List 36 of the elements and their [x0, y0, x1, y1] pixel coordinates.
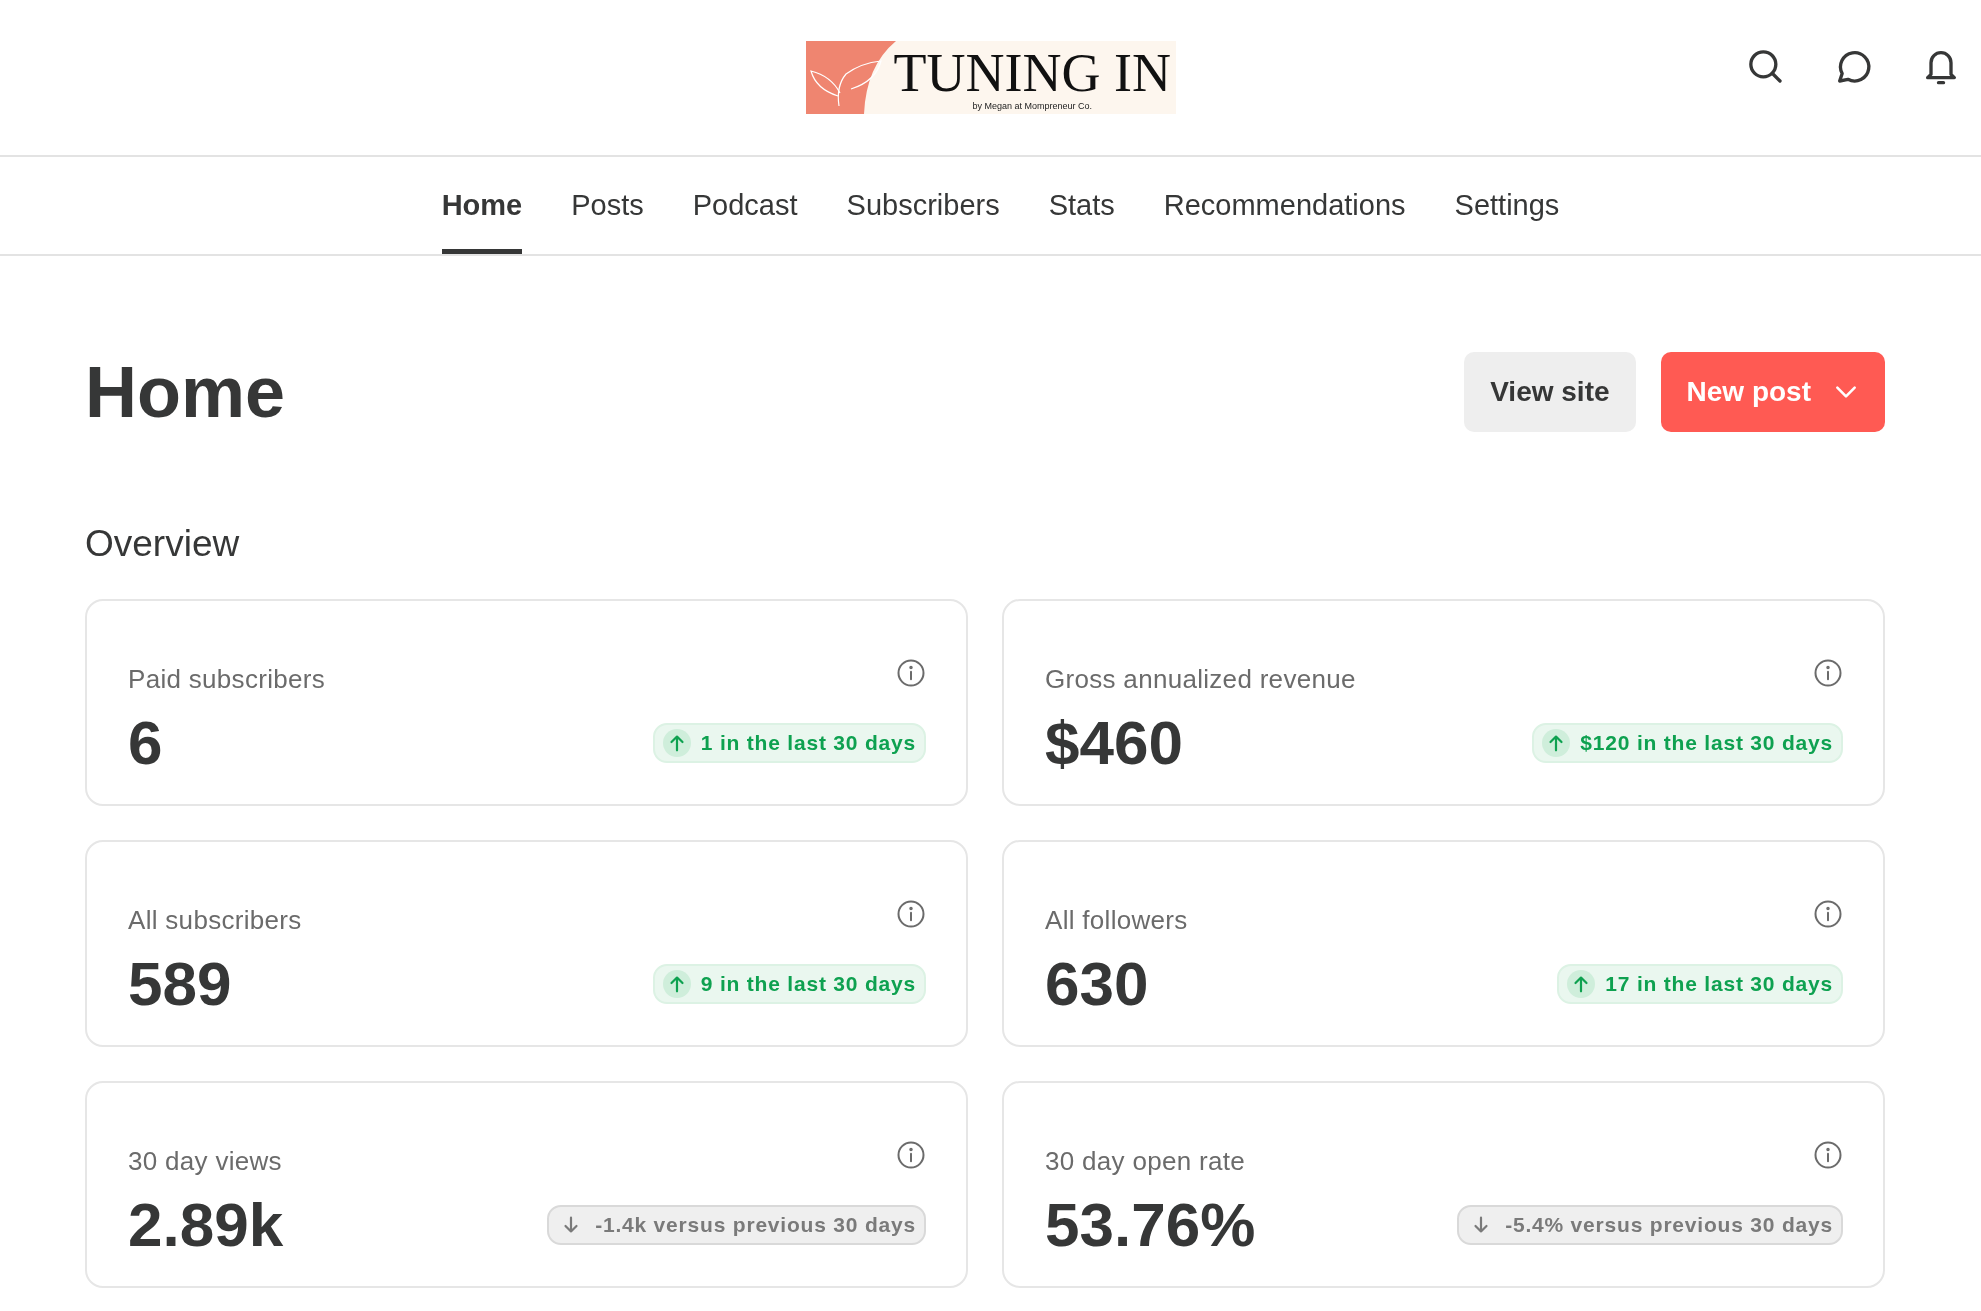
stat-label: 30 day views — [128, 1146, 282, 1177]
info-icon[interactable] — [896, 899, 926, 929]
info-icon[interactable] — [1813, 899, 1843, 929]
view-site-button[interactable]: View site — [1464, 352, 1636, 432]
logo-subtitle: by Megan at Mompreneur Co. — [972, 101, 1092, 111]
nav-tab[interactable]: Stats — [1048, 157, 1115, 254]
trend-badge: 9 in the last 30 days — [652, 964, 926, 1004]
stat-value: 53.76% — [1045, 1189, 1256, 1261]
info-icon[interactable] — [1813, 658, 1843, 688]
trend-badge: 17 in the last 30 days — [1557, 964, 1843, 1004]
nav-tab[interactable]: Posts — [571, 157, 644, 254]
info-icon[interactable] — [896, 658, 926, 688]
trend-badge: -5.4% versus previous 30 days — [1457, 1205, 1843, 1245]
trend-badge: 1 in the last 30 days — [652, 723, 926, 763]
nav-tab[interactable]: Home — [441, 157, 523, 254]
trend-badge: $120 in the last 30 days — [1532, 723, 1843, 763]
section-heading: Overview — [85, 523, 241, 565]
logo-title: TUNING IN — [893, 45, 1171, 101]
stat-value: 630 — [1045, 948, 1149, 1020]
stat-label: Gross annualized revenue — [1045, 664, 1356, 695]
stat-label: All followers — [1045, 905, 1188, 936]
nav-tab[interactable]: Settings — [1454, 157, 1560, 254]
info-icon[interactable] — [1813, 1140, 1843, 1170]
info-icon[interactable] — [896, 1140, 926, 1170]
stat-value: 589 — [128, 948, 232, 1020]
trend-badge: -1.4k versus previous 30 days — [547, 1205, 926, 1245]
stat-label: Paid subscribers — [128, 664, 325, 695]
stat-value: $460 — [1045, 707, 1183, 779]
stat-value: 6 — [128, 707, 163, 779]
nav-tab[interactable]: Podcast — [692, 157, 798, 254]
stat-value: 2.89k — [128, 1189, 284, 1261]
nav-tab[interactable]: Recommendations — [1163, 157, 1406, 254]
stat-label: All subscribers — [128, 905, 302, 936]
nav-tab[interactable]: Subscribers — [846, 157, 1000, 254]
stat-label: 30 day open rate — [1045, 1146, 1245, 1177]
page-title: Home — [85, 351, 286, 433]
